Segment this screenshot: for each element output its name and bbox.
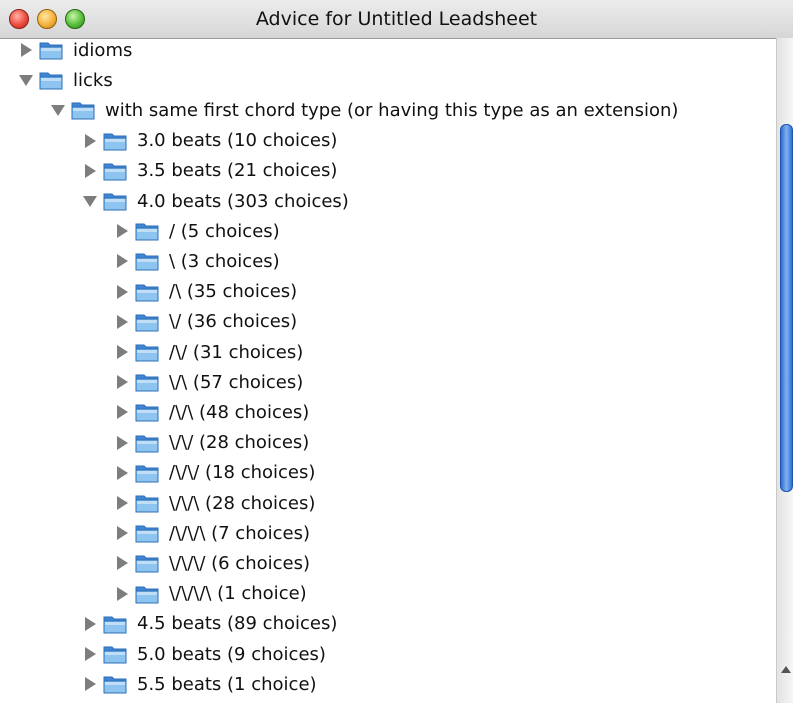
tree-row[interactable]: \/\ (57 choices) — [113, 367, 303, 397]
disclosure-collapsed-icon[interactable] — [81, 163, 99, 179]
disclosure-collapsed-icon[interactable] — [113, 314, 131, 330]
folder-icon — [135, 404, 159, 422]
folder-icon — [135, 555, 159, 573]
folder-icon — [135, 284, 159, 302]
tree-row-label: / (5 choices) — [169, 220, 280, 242]
disclosure-collapsed-icon[interactable] — [81, 676, 99, 692]
tree-row-label: idioms — [73, 39, 133, 61]
tree-row-label: \/\/\/\ (1 choice) — [169, 583, 307, 605]
tree-row-label: 3.5 beats (21 choices) — [137, 160, 338, 182]
tree-row[interactable]: 4.5 beats (89 choices) — [81, 609, 337, 639]
folder-icon — [135, 344, 159, 362]
tree-row-label: 5.5 beats (1 choice) — [137, 673, 317, 695]
scroll-up-arrow-icon[interactable] — [781, 666, 791, 673]
tree-row[interactable]: /\/ (31 choices) — [113, 337, 303, 367]
folder-icon — [135, 525, 159, 543]
tree-row[interactable]: 5.0 beats (9 choices) — [81, 639, 326, 669]
disclosure-collapsed-icon[interactable] — [113, 223, 131, 239]
tree-row[interactable]: licks — [17, 65, 113, 95]
disclosure-expanded-icon[interactable] — [17, 72, 35, 88]
tree-row-label: \ (3 choices) — [169, 250, 280, 272]
disclosure-collapsed-icon[interactable] — [81, 646, 99, 662]
disclosure-expanded-icon[interactable] — [81, 193, 99, 209]
tree-row[interactable]: /\/\/ (18 choices) — [113, 458, 315, 488]
folder-icon — [135, 586, 159, 604]
folder-icon — [135, 465, 159, 483]
tree-row[interactable]: /\ (35 choices) — [113, 277, 297, 307]
folder-icon — [71, 102, 95, 120]
tree-row-label: 4.5 beats (89 choices) — [137, 613, 338, 635]
folder-icon — [135, 223, 159, 241]
folder-icon — [135, 314, 159, 332]
vertical-scrollbar[interactable] — [776, 38, 793, 703]
tree-row-label: licks — [73, 69, 113, 91]
disclosure-collapsed-icon[interactable] — [113, 525, 131, 541]
tree-row[interactable]: / (5 choices) — [113, 216, 280, 246]
disclosure-collapsed-icon[interactable] — [113, 586, 131, 602]
tree-row-label: with same first chord type (or having th… — [105, 99, 679, 121]
folder-icon — [103, 616, 127, 634]
tree-row-label: \/\/\ (28 choices) — [169, 492, 316, 514]
disclosure-collapsed-icon[interactable] — [113, 253, 131, 269]
tree-row[interactable]: /\/\/\ (7 choices) — [113, 518, 310, 548]
advice-tree: idioms licks with same first chord type (o… — [0, 38, 776, 703]
disclosure-collapsed-icon[interactable] — [113, 435, 131, 451]
tree-row-label: \/\/\/ (6 choices) — [169, 552, 310, 574]
tree-row-label: 3.0 beats (10 choices) — [137, 130, 338, 152]
tree-row[interactable]: \/\/\/\ (1 choice) — [113, 579, 307, 609]
folder-icon — [39, 72, 63, 90]
tree-row[interactable]: 4.0 beats (303 choices) — [81, 186, 349, 216]
tree-row-label: /\/\/ (18 choices) — [169, 462, 316, 484]
window-title: Advice for Untitled Leadsheet — [255, 8, 538, 30]
tree-row-label: /\/\ (48 choices) — [169, 401, 310, 423]
tree-row-label: /\/\/\ (7 choices) — [169, 522, 310, 544]
tree-row[interactable]: \ (3 choices) — [113, 246, 280, 276]
folder-icon — [103, 193, 127, 211]
tree-row-label: /\/ (31 choices) — [169, 341, 304, 363]
folder-icon — [135, 374, 159, 392]
folder-icon — [103, 676, 127, 694]
tree-row-label: 5.0 beats (9 choices) — [137, 643, 326, 665]
tree-row[interactable]: with same first chord type (or having th… — [49, 95, 678, 125]
disclosure-collapsed-icon[interactable] — [113, 404, 131, 420]
disclosure-expanded-icon[interactable] — [49, 102, 67, 118]
disclosure-collapsed-icon[interactable] — [81, 133, 99, 149]
tree-row[interactable]: idioms — [17, 38, 132, 65]
folder-icon — [103, 163, 127, 181]
disclosure-collapsed-icon[interactable] — [113, 374, 131, 390]
disclosure-collapsed-icon[interactable] — [17, 42, 35, 58]
tree-row[interactable]: \/ (36 choices) — [113, 307, 297, 337]
folder-icon — [103, 646, 127, 664]
tree-row[interactable]: \/\/\ (28 choices) — [113, 488, 315, 518]
folder-icon — [135, 435, 159, 453]
tree-row[interactable]: 3.0 beats (10 choices) — [81, 126, 337, 156]
tree-row-label: \/\/ (28 choices) — [169, 432, 310, 454]
folder-icon — [39, 42, 63, 60]
title-bar[interactable]: Advice for Untitled Leadsheet — [0, 0, 793, 39]
folder-icon — [135, 495, 159, 513]
tree-row[interactable]: 3.5 beats (21 choices) — [81, 156, 337, 186]
disclosure-collapsed-icon[interactable] — [113, 344, 131, 360]
disclosure-collapsed-icon[interactable] — [113, 284, 131, 300]
disclosure-collapsed-icon[interactable] — [113, 465, 131, 481]
disclosure-collapsed-icon[interactable] — [113, 495, 131, 511]
disclosure-collapsed-icon[interactable] — [81, 616, 99, 632]
tree-row[interactable]: 5.5 beats (1 choice) — [81, 669, 317, 699]
tree-row-label: /\ (35 choices) — [169, 281, 298, 303]
tree-row[interactable]: /\/\ (48 choices) — [113, 397, 309, 427]
folder-icon — [103, 133, 127, 151]
tree-row-label: \/\ (57 choices) — [169, 371, 304, 393]
tree-row-label: 4.0 beats (303 choices) — [137, 190, 349, 212]
disclosure-collapsed-icon[interactable] — [113, 555, 131, 571]
tree-row-label: \/ (36 choices) — [169, 311, 298, 333]
advice-window: Advice for Untitled Leadsheet idioms lick… — [0, 0, 793, 703]
scroll-thumb[interactable] — [780, 124, 793, 493]
folder-icon — [135, 253, 159, 271]
tree-row[interactable]: \/\/ (28 choices) — [113, 428, 309, 458]
tree-row[interactable]: \/\/\/ (6 choices) — [113, 548, 310, 578]
